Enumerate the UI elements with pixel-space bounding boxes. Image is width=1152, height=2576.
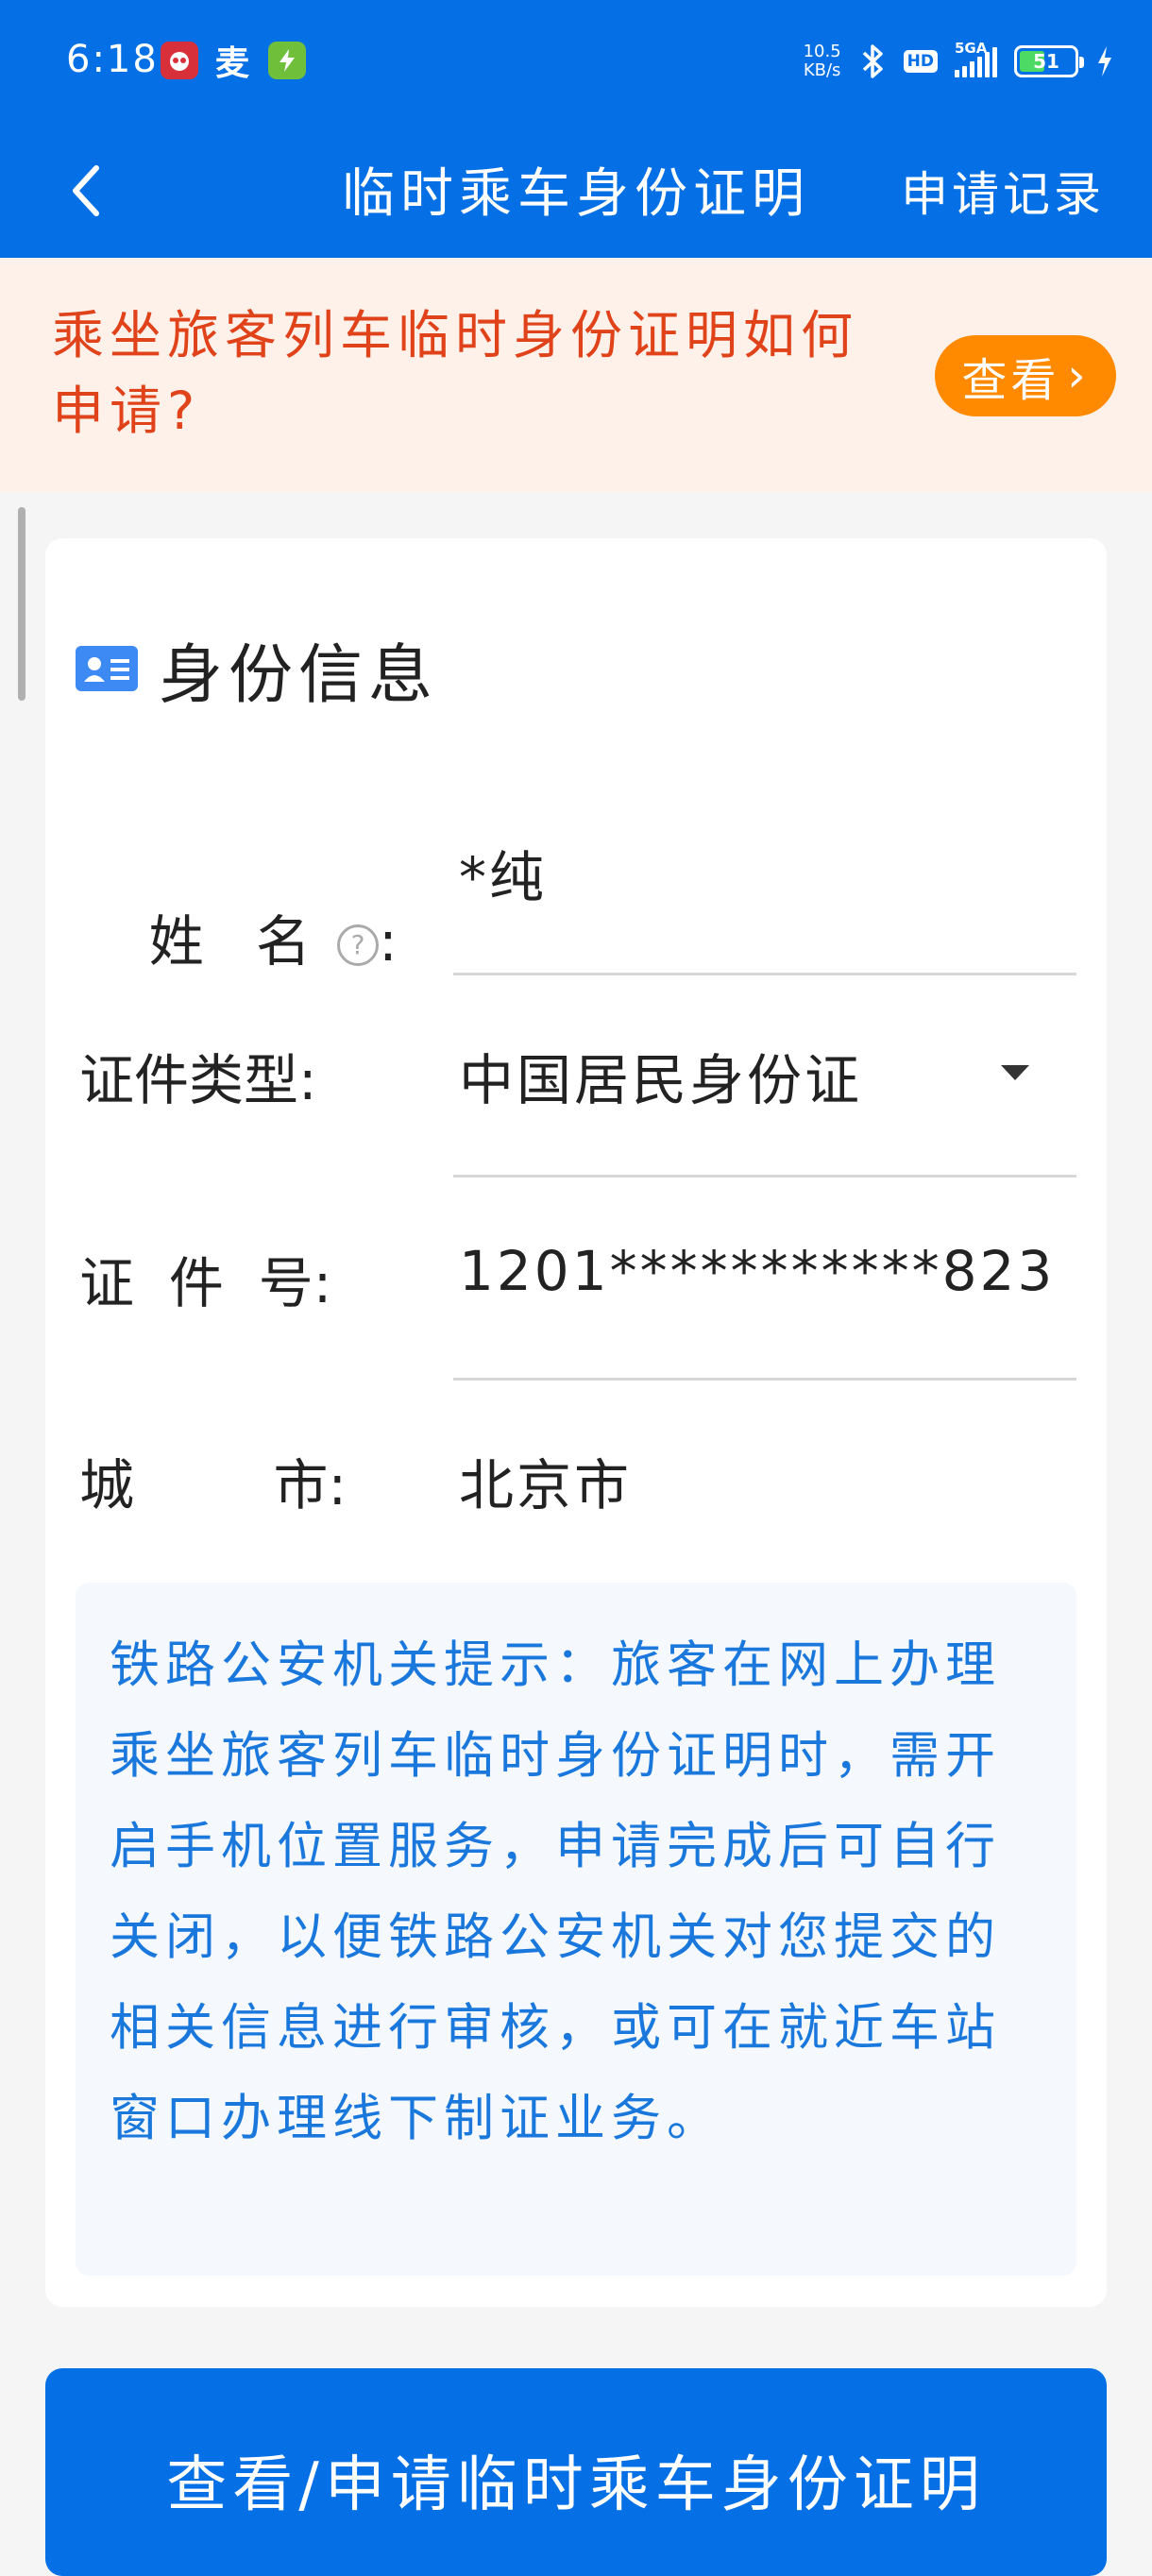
card-header: 身份信息 [76,621,438,716]
bluetooth-icon [862,44,883,78]
signal-label: 5GA [955,40,988,57]
name-divider [453,973,1076,975]
view-apply-certificate-button[interactable]: 查看/申请临时乘车身份证明 [45,2368,1107,2576]
card-title: 身份信息 [159,637,439,713]
city-value: 北京市 [459,1453,633,1517]
identity-info-card: 身份信息 姓 名?: *纯 证件类型: 中国居民身份证 证 件 号: 1201*… [45,538,1107,2307]
application-record-link[interactable]: 申请记录 [901,157,1105,225]
view-guide-button[interactable]: 查看 › [935,335,1116,416]
police-tip-text: 铁路公安机关提示：旅客在网上办理乘坐旅客列车临时身份证明时，需开启手机位置服务，… [110,1636,1001,2147]
id-number-divider [453,1378,1076,1381]
red-app-icon [161,42,198,79]
status-bar: 6:18 麦 10.5 KB/s HD 5GA 51 [0,0,1152,123]
nav-bar: 临时乘车身份证明 申请记录 [0,123,1152,258]
mai-app-icon: 麦 [214,44,249,83]
name-label: 姓 名?: [79,833,398,1041]
id-number-label: 证 件 号: [79,1251,332,1315]
battery-level: 51 [1033,50,1059,73]
name-label-text: 姓 名 [148,909,312,974]
name-value: *纯 [459,845,548,909]
charging-icon [1098,46,1111,76]
status-time: 6:18 [66,38,159,81]
battery-icon: 51 [1014,45,1084,77]
id-type-select[interactable]: 中国居民身份证 [459,1036,862,1115]
view-guide-label: 查看 [961,354,1060,407]
net-speed-unit: KB/s [803,60,841,80]
notice-banner: 乘坐旅客列车临时身份证明如何申请? 查看 › [0,258,1152,492]
chevron-right-icon: › [1067,349,1090,402]
notice-text: 乘坐旅客列车临时身份证明如何申请? [52,305,859,441]
hd-badge: HD [903,50,938,73]
name-label-colon: : [379,909,398,974]
id-type-label: 证件类型: [79,1048,317,1112]
net-speed-value: 10.5 [803,42,841,61]
id-type-divider [453,1175,1076,1178]
net-speed: 10.5 KB/s [804,42,841,80]
dropdown-arrow-icon[interactable] [1001,1065,1029,1080]
scrollbar[interactable] [18,507,25,701]
police-tip-box: 铁路公安机关提示：旅客在网上办理乘坐旅客列车临时身份证明时，需开启手机位置服务，… [76,1583,1076,2276]
green-lightning-app-icon [268,42,306,79]
help-icon[interactable]: ? [337,924,380,966]
city-label: 城 市: [79,1453,347,1517]
id-card-icon [76,646,138,691]
status-indicators: 10.5 KB/s HD 5GA 51 [804,38,1114,85]
signal-icon: 5GA [955,40,997,77]
id-number-value: 1201***********823 [459,1239,1056,1303]
